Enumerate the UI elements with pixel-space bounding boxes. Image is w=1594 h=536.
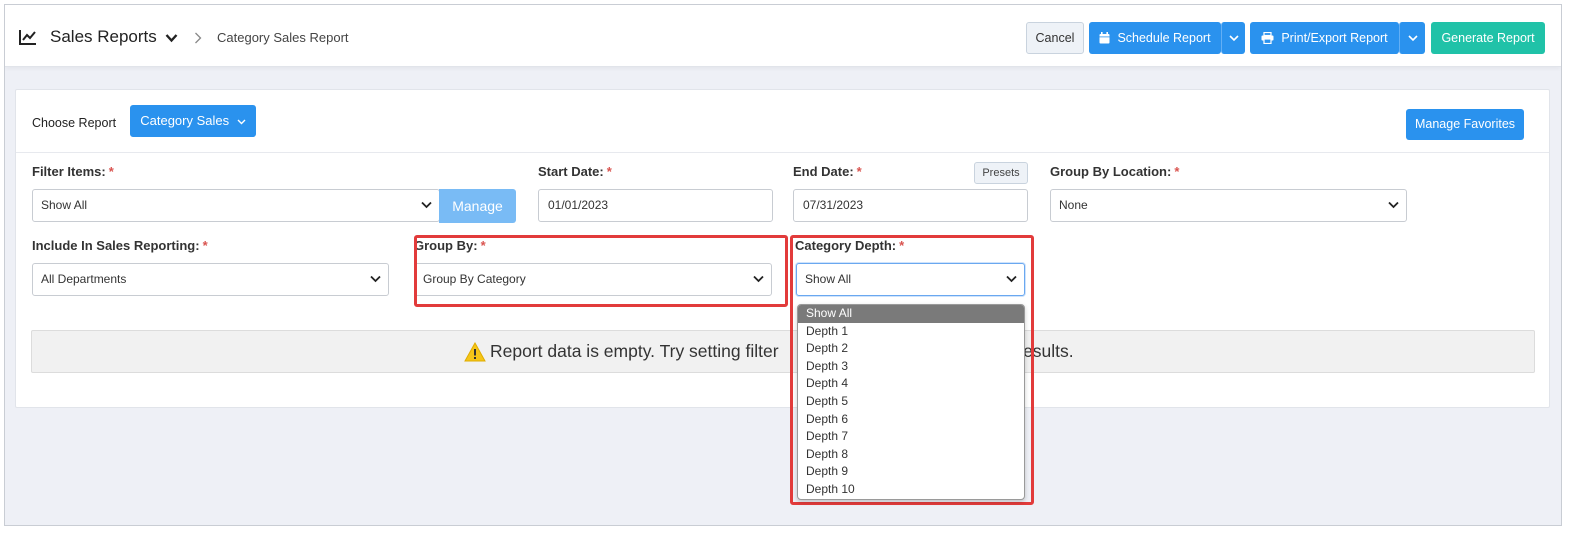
printer-icon	[1261, 31, 1274, 44]
page-title: Sales Reports	[50, 27, 157, 46]
print-options-dropdown[interactable]	[1399, 22, 1425, 54]
calendar-icon	[1099, 31, 1110, 44]
schedule-report-label: Schedule Report	[1117, 31, 1211, 45]
report-type-dropdown[interactable]: Category Sales	[130, 105, 256, 137]
option-depth-8[interactable]: Depth 8	[798, 446, 1024, 464]
option-depth-6[interactable]: Depth 6	[798, 411, 1024, 429]
option-depth-5[interactable]: Depth 5	[798, 393, 1024, 411]
schedule-report-button[interactable]: Schedule Report	[1089, 22, 1221, 54]
option-show-all[interactable]: Show All	[798, 305, 1024, 323]
empty-report-alert: Report data is empty. Try setting filter…	[31, 330, 1535, 373]
group-by-location-select[interactable]: None	[1050, 189, 1407, 222]
include-in-sales-select[interactable]: All Departments	[32, 263, 389, 296]
group-by-select[interactable]: Group By Category	[414, 263, 772, 296]
start-date-input[interactable]: 01/01/2023	[538, 189, 773, 222]
generate-report-button[interactable]: Generate Report	[1431, 22, 1545, 54]
report-card: Choose Report Category Sales Manage Favo…	[15, 89, 1550, 505]
category-depth-options-list[interactable]: Show All Depth 1 Depth 2 Depth 3 Depth 4…	[797, 304, 1025, 500]
chevron-down-icon	[1228, 35, 1239, 42]
chevron-down-icon[interactable]	[165, 33, 178, 43]
manage-filter-button[interactable]: Manage	[439, 189, 516, 223]
chevron-down-icon	[753, 275, 764, 283]
line-chart-icon	[19, 30, 36, 45]
print-export-button[interactable]: Print/Export Report	[1250, 22, 1399, 54]
chevron-down-icon	[1006, 275, 1017, 283]
presets-button[interactable]: Presets	[974, 162, 1028, 184]
end-date-label: End Date: *	[793, 164, 862, 179]
chevron-down-icon	[370, 275, 381, 283]
include-in-sales-label: Include In Sales Reporting: *	[32, 238, 208, 253]
divider	[16, 152, 1549, 153]
print-export-label: Print/Export Report	[1281, 31, 1388, 45]
top-header: Sales Reports Category Sales Report Canc…	[5, 5, 1561, 67]
chevron-right-icon	[195, 32, 202, 44]
report-type-label: Category Sales	[140, 113, 230, 128]
chevron-down-icon	[421, 201, 432, 209]
chevron-down-icon	[1388, 201, 1399, 209]
option-depth-10[interactable]: Depth 10	[798, 481, 1024, 499]
option-depth-9[interactable]: Depth 9	[798, 463, 1024, 481]
filter-items-label: Filter Items: *	[32, 164, 114, 179]
category-depth-select[interactable]: Show All	[796, 263, 1025, 296]
manage-favorites-button[interactable]: Manage Favorites	[1406, 109, 1524, 140]
schedule-options-dropdown[interactable]	[1221, 22, 1245, 54]
group-by-location-label: Group By Location: *	[1050, 164, 1180, 179]
option-depth-3[interactable]: Depth 3	[798, 358, 1024, 376]
start-date-label: Start Date: *	[538, 164, 612, 179]
option-depth-4[interactable]: Depth 4	[798, 375, 1024, 393]
category-depth-label: Category Depth: *	[795, 238, 905, 253]
option-depth-1[interactable]: Depth 1	[798, 323, 1024, 341]
warning-icon	[464, 342, 486, 362]
chevron-down-icon	[237, 119, 246, 125]
cancel-button[interactable]: Cancel	[1026, 22, 1084, 54]
chevron-down-icon	[1407, 35, 1418, 42]
filter-items-select[interactable]: Show All	[32, 189, 440, 222]
option-depth-2[interactable]: Depth 2	[798, 340, 1024, 358]
option-depth-7[interactable]: Depth 7	[798, 428, 1024, 446]
app-window: Sales Reports Category Sales Report Canc…	[4, 4, 1562, 526]
end-date-input[interactable]: 07/31/2023	[793, 189, 1028, 222]
breadcrumb[interactable]: Category Sales Report	[217, 30, 349, 45]
choose-report-label: Choose Report	[32, 116, 117, 130]
group-by-label: Group By: *	[414, 238, 486, 253]
